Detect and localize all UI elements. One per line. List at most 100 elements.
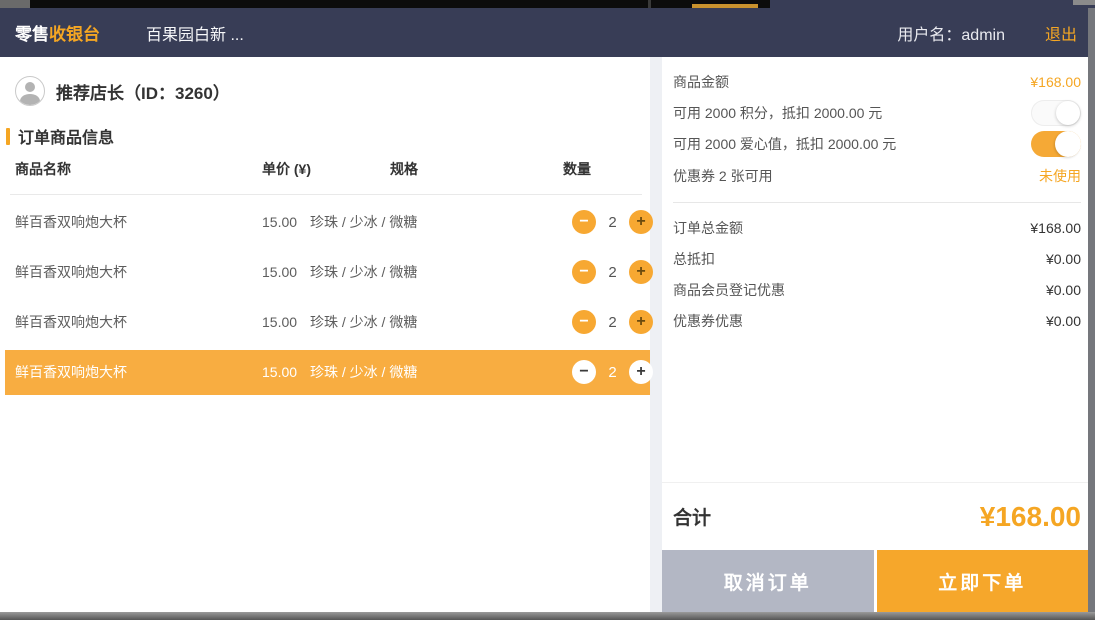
coupon-label: 优惠券 2 张可用 — [673, 166, 773, 186]
deduction-toggle[interactable] — [1031, 100, 1081, 126]
quantity-value: 2 — [607, 214, 618, 231]
logout-button[interactable]: 退出 — [1045, 21, 1077, 45]
app-title-prefix: 零售 — [15, 25, 49, 44]
action-buttons: 取消订单 立即下单 — [662, 550, 1088, 612]
window-right-border — [1088, 8, 1095, 612]
deduction-toggle-row: 可用 2000 爱心值，抵扣 2000.00 元 — [673, 128, 1081, 159]
table-row[interactable]: 鲜百香双响炮大杯 15.00 珍珠 / 少冰 / 微糖 − 2 + — [0, 247, 650, 297]
table-divider — [10, 194, 642, 195]
username-value: admin — [961, 27, 1005, 44]
summary-list: 订单总金额 ¥168.00 总抵扣 ¥0.00 商品会员登记优惠 ¥0.00 优… — [662, 203, 1088, 336]
panel-divider — [650, 57, 662, 612]
table-row[interactable]: 鲜百香双响炮大杯 15.00 珍珠 / 少冰 / 微糖 − 2 + — [0, 347, 650, 397]
toggle-knob — [1056, 101, 1080, 125]
amount-row: 商品金额 ¥168.00 — [673, 66, 1081, 97]
order-items-panel: 推荐店长（ID：3260） 订单商品信息 商品名称 单价 (¥) 规格 数量 鲜… — [0, 57, 650, 612]
total-row: 合计 ¥168.00 — [662, 482, 1088, 550]
checkout-panel: 商品金额 ¥168.00 可用 2000 积分，抵扣 2000.00 元 可用 … — [662, 57, 1088, 612]
quantity-stepper: − 2 + — [572, 310, 653, 334]
store-name: 百果园白新 ... — [146, 21, 244, 45]
background-text-fragment: 100 — [218, 0, 245, 5]
column-header-spec: 规格 — [390, 159, 418, 179]
summary-value: ¥168.00 — [1030, 220, 1081, 236]
quantity-stepper: − 2 + — [572, 360, 653, 384]
toggle-knob — [1055, 131, 1081, 157]
table-header: 商品名称 单价 (¥) 规格 数量 — [0, 159, 650, 179]
background-window-segment — [0, 0, 30, 8]
product-price: 15.00 — [262, 264, 297, 280]
product-spec: 珍珠 / 少冰 / 微糖 — [310, 312, 417, 332]
increase-quantity-button[interactable]: + — [629, 310, 653, 334]
table-row[interactable]: 鲜百香双响炮大杯 15.00 珍珠 / 少冰 / 微糖 − 2 + — [0, 297, 650, 347]
recommender-label: 推荐店长（ID：3260） — [56, 79, 230, 104]
section-title-label: 订单商品信息 — [18, 124, 114, 148]
decrease-quantity-button[interactable]: − — [572, 210, 596, 234]
product-name: 鲜百香双响炮大杯 — [15, 212, 127, 232]
accent-bar — [6, 128, 10, 145]
column-header-qty: 数量 — [563, 159, 591, 179]
increase-quantity-button[interactable]: + — [629, 360, 653, 384]
deduction-toggle-label: 可用 2000 积分，抵扣 2000.00 元 — [673, 103, 882, 123]
username-label: 用户名：admin — [897, 21, 1005, 45]
product-price: 15.00 — [262, 364, 297, 380]
product-name: 鲜百香双响炮大杯 — [15, 362, 127, 382]
quantity-value: 2 — [607, 314, 618, 331]
product-name: 鲜百香双响炮大杯 — [15, 312, 127, 332]
column-header-name: 商品名称 — [15, 159, 71, 179]
product-spec: 珍珠 / 少冰 / 微糖 — [310, 212, 417, 232]
background-window-strip: 100 — [0, 0, 1095, 8]
summary-row: 商品会员登记优惠 ¥0.00 — [673, 274, 1081, 305]
total-value: ¥168.00 — [980, 501, 1081, 533]
summary-label: 总抵扣 — [673, 249, 715, 269]
amount-value: ¥168.00 — [1030, 74, 1081, 90]
amount-label: 商品金额 — [673, 72, 729, 92]
column-header-price: 单价 (¥) — [262, 159, 311, 179]
decrease-quantity-button[interactable]: − — [572, 360, 596, 384]
summary-row: 总抵扣 ¥0.00 — [673, 243, 1081, 274]
titlebar: 零售收银台 百果园白新 ... 用户名：admin 退出 — [0, 8, 1095, 57]
summary-label: 订单总金额 — [673, 218, 743, 238]
deduction-toggle-row: 可用 2000 积分，抵扣 2000.00 元 — [673, 97, 1081, 128]
summary-value: ¥0.00 — [1046, 282, 1081, 298]
recommender-row: 推荐店长（ID：3260） — [15, 76, 230, 106]
summary-row: 优惠券优惠 ¥0.00 — [673, 305, 1081, 336]
username-prefix: 用户名： — [897, 27, 961, 44]
decrease-quantity-button[interactable]: − — [572, 260, 596, 284]
summary-value: ¥0.00 — [1046, 251, 1081, 267]
background-window-segment-navy — [770, 0, 1095, 8]
submit-order-button[interactable]: 立即下单 — [877, 550, 1089, 612]
background-text-fragment-2 — [692, 4, 758, 8]
product-spec: 珍珠 / 少冰 / 微糖 — [310, 362, 417, 382]
product-list: 鲜百香双响炮大杯 15.00 珍珠 / 少冰 / 微糖 − 2 + 鲜百香双响炮… — [0, 197, 650, 397]
background-window-corner — [1073, 0, 1095, 5]
product-spec: 珍珠 / 少冰 / 微糖 — [310, 262, 417, 282]
total-label: 合计 — [673, 503, 711, 530]
app-title-accent: 收银台 — [49, 25, 100, 44]
summary-value: ¥0.00 — [1046, 313, 1081, 329]
product-name: 鲜百香双响炮大杯 — [15, 262, 127, 282]
product-price: 15.00 — [262, 314, 297, 330]
summary-label: 优惠券优惠 — [673, 311, 743, 331]
deduction-toggles: 可用 2000 积分，抵扣 2000.00 元 可用 2000 爱心值，抵扣 2… — [673, 97, 1081, 159]
window-bottom-border — [0, 612, 1095, 620]
increase-quantity-button[interactable]: + — [629, 210, 653, 234]
quantity-value: 2 — [607, 264, 618, 281]
product-price: 15.00 — [262, 214, 297, 230]
decrease-quantity-button[interactable]: − — [572, 310, 596, 334]
avatar-icon — [15, 76, 45, 106]
cancel-order-button[interactable]: 取消订单 — [662, 550, 874, 612]
quantity-stepper: − 2 + — [572, 210, 653, 234]
quantity-stepper: − 2 + — [572, 260, 653, 284]
section-title: 订单商品信息 — [6, 124, 114, 148]
table-row[interactable]: 鲜百香双响炮大杯 15.00 珍珠 / 少冰 / 微糖 − 2 + — [0, 197, 650, 247]
coupon-select-button[interactable]: 未使用 — [1039, 166, 1081, 186]
deduction-toggle[interactable] — [1031, 131, 1081, 157]
summary-row: 订单总金额 ¥168.00 — [673, 212, 1081, 243]
background-divider — [648, 0, 651, 8]
app-title: 零售收银台 — [15, 20, 100, 45]
summary-label: 商品会员登记优惠 — [673, 280, 785, 300]
quantity-value: 2 — [607, 364, 618, 381]
increase-quantity-button[interactable]: + — [629, 260, 653, 284]
deduction-toggle-label: 可用 2000 爱心值，抵扣 2000.00 元 — [673, 134, 896, 154]
coupon-row: 优惠券 2 张可用 未使用 — [673, 159, 1081, 193]
